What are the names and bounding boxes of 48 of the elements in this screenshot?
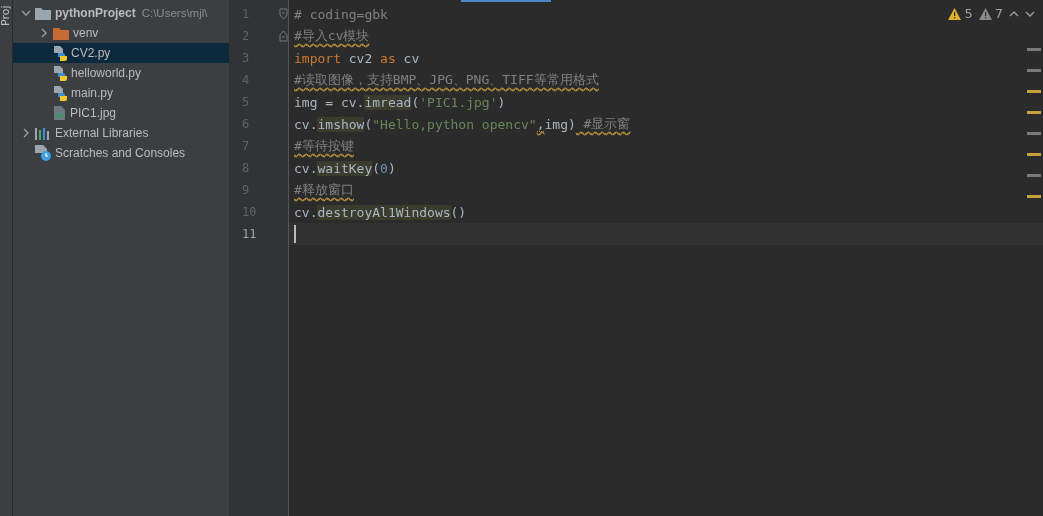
- code-line: #等待按键: [289, 135, 354, 157]
- fold-marker-icon[interactable]: [279, 8, 288, 20]
- code-line: cv.destroyAl1Windows(): [293, 203, 467, 222]
- error-stripe-mark[interactable]: [1027, 174, 1041, 177]
- python-file-icon: [53, 65, 67, 81]
- tree-item[interactable]: helloworld.py: [13, 63, 229, 83]
- error-stripe-mark[interactable]: [1027, 48, 1041, 51]
- code-line: img = cv.imread('PIC1.jpg'): [293, 93, 506, 112]
- project-tool-tab[interactable]: Proj: [0, 5, 12, 26]
- error-stripe-mark[interactable]: [1027, 153, 1041, 156]
- fold-marker-icon[interactable]: [279, 30, 288, 42]
- code-line: import cv2 as cv: [293, 49, 420, 68]
- line-number: 11: [242, 227, 257, 241]
- error-stripe-mark[interactable]: [1027, 90, 1041, 93]
- bar-chart-icon: [35, 126, 51, 140]
- chevron-up-icon[interactable]: [1009, 9, 1019, 18]
- chevron-down-icon[interactable]: [21, 8, 31, 18]
- python-file-icon: [53, 85, 67, 101]
- chevron-right-icon[interactable]: [21, 128, 31, 138]
- warning-icon: [978, 7, 992, 20]
- error-stripe-mark[interactable]: [1027, 132, 1041, 135]
- tree-item[interactable]: PIC1.jpg: [13, 103, 229, 123]
- error-stripe-mark[interactable]: [1027, 69, 1041, 72]
- code-line: # coding=gbk: [293, 5, 388, 24]
- tree-item[interactable]: External Libraries: [13, 123, 229, 143]
- tree-item[interactable]: Scratches and Consoles: [13, 143, 229, 163]
- error-stripe-mark[interactable]: [1027, 195, 1041, 198]
- folder-icon: [35, 6, 51, 20]
- image-file-icon: [53, 105, 66, 121]
- inspection-counter[interactable]: 5: [948, 6, 973, 21]
- code-line: #读取图像，支持BMP、JPG、PNG、TIFF等常用格式: [289, 69, 599, 91]
- tree-item[interactable]: venv: [13, 23, 229, 43]
- inspection-counter[interactable]: 7: [978, 6, 1003, 21]
- error-stripe-mark[interactable]: [1027, 111, 1041, 114]
- python-file-icon: [53, 45, 67, 61]
- code-line: cv.imshow("Hello,python opencv",img) #显示窗: [293, 113, 631, 135]
- tree-item[interactable]: main.py: [13, 83, 229, 103]
- folder-icon: [53, 26, 69, 40]
- tree-item[interactable]: pythonProject C:\Users\mjl\: [13, 3, 229, 23]
- code-line: cv.waitKey(0): [293, 159, 396, 178]
- warning-icon: [948, 7, 962, 20]
- tree-item[interactable]: CV2.py: [13, 43, 229, 63]
- file-clock-icon: [35, 145, 51, 161]
- text-cursor: [294, 225, 296, 243]
- code-line: #释放窗口: [289, 179, 354, 201]
- chevron-right-icon[interactable]: [39, 28, 49, 38]
- chevron-down-icon[interactable]: [1025, 9, 1035, 18]
- code-line: #导入cv模块: [289, 25, 370, 47]
